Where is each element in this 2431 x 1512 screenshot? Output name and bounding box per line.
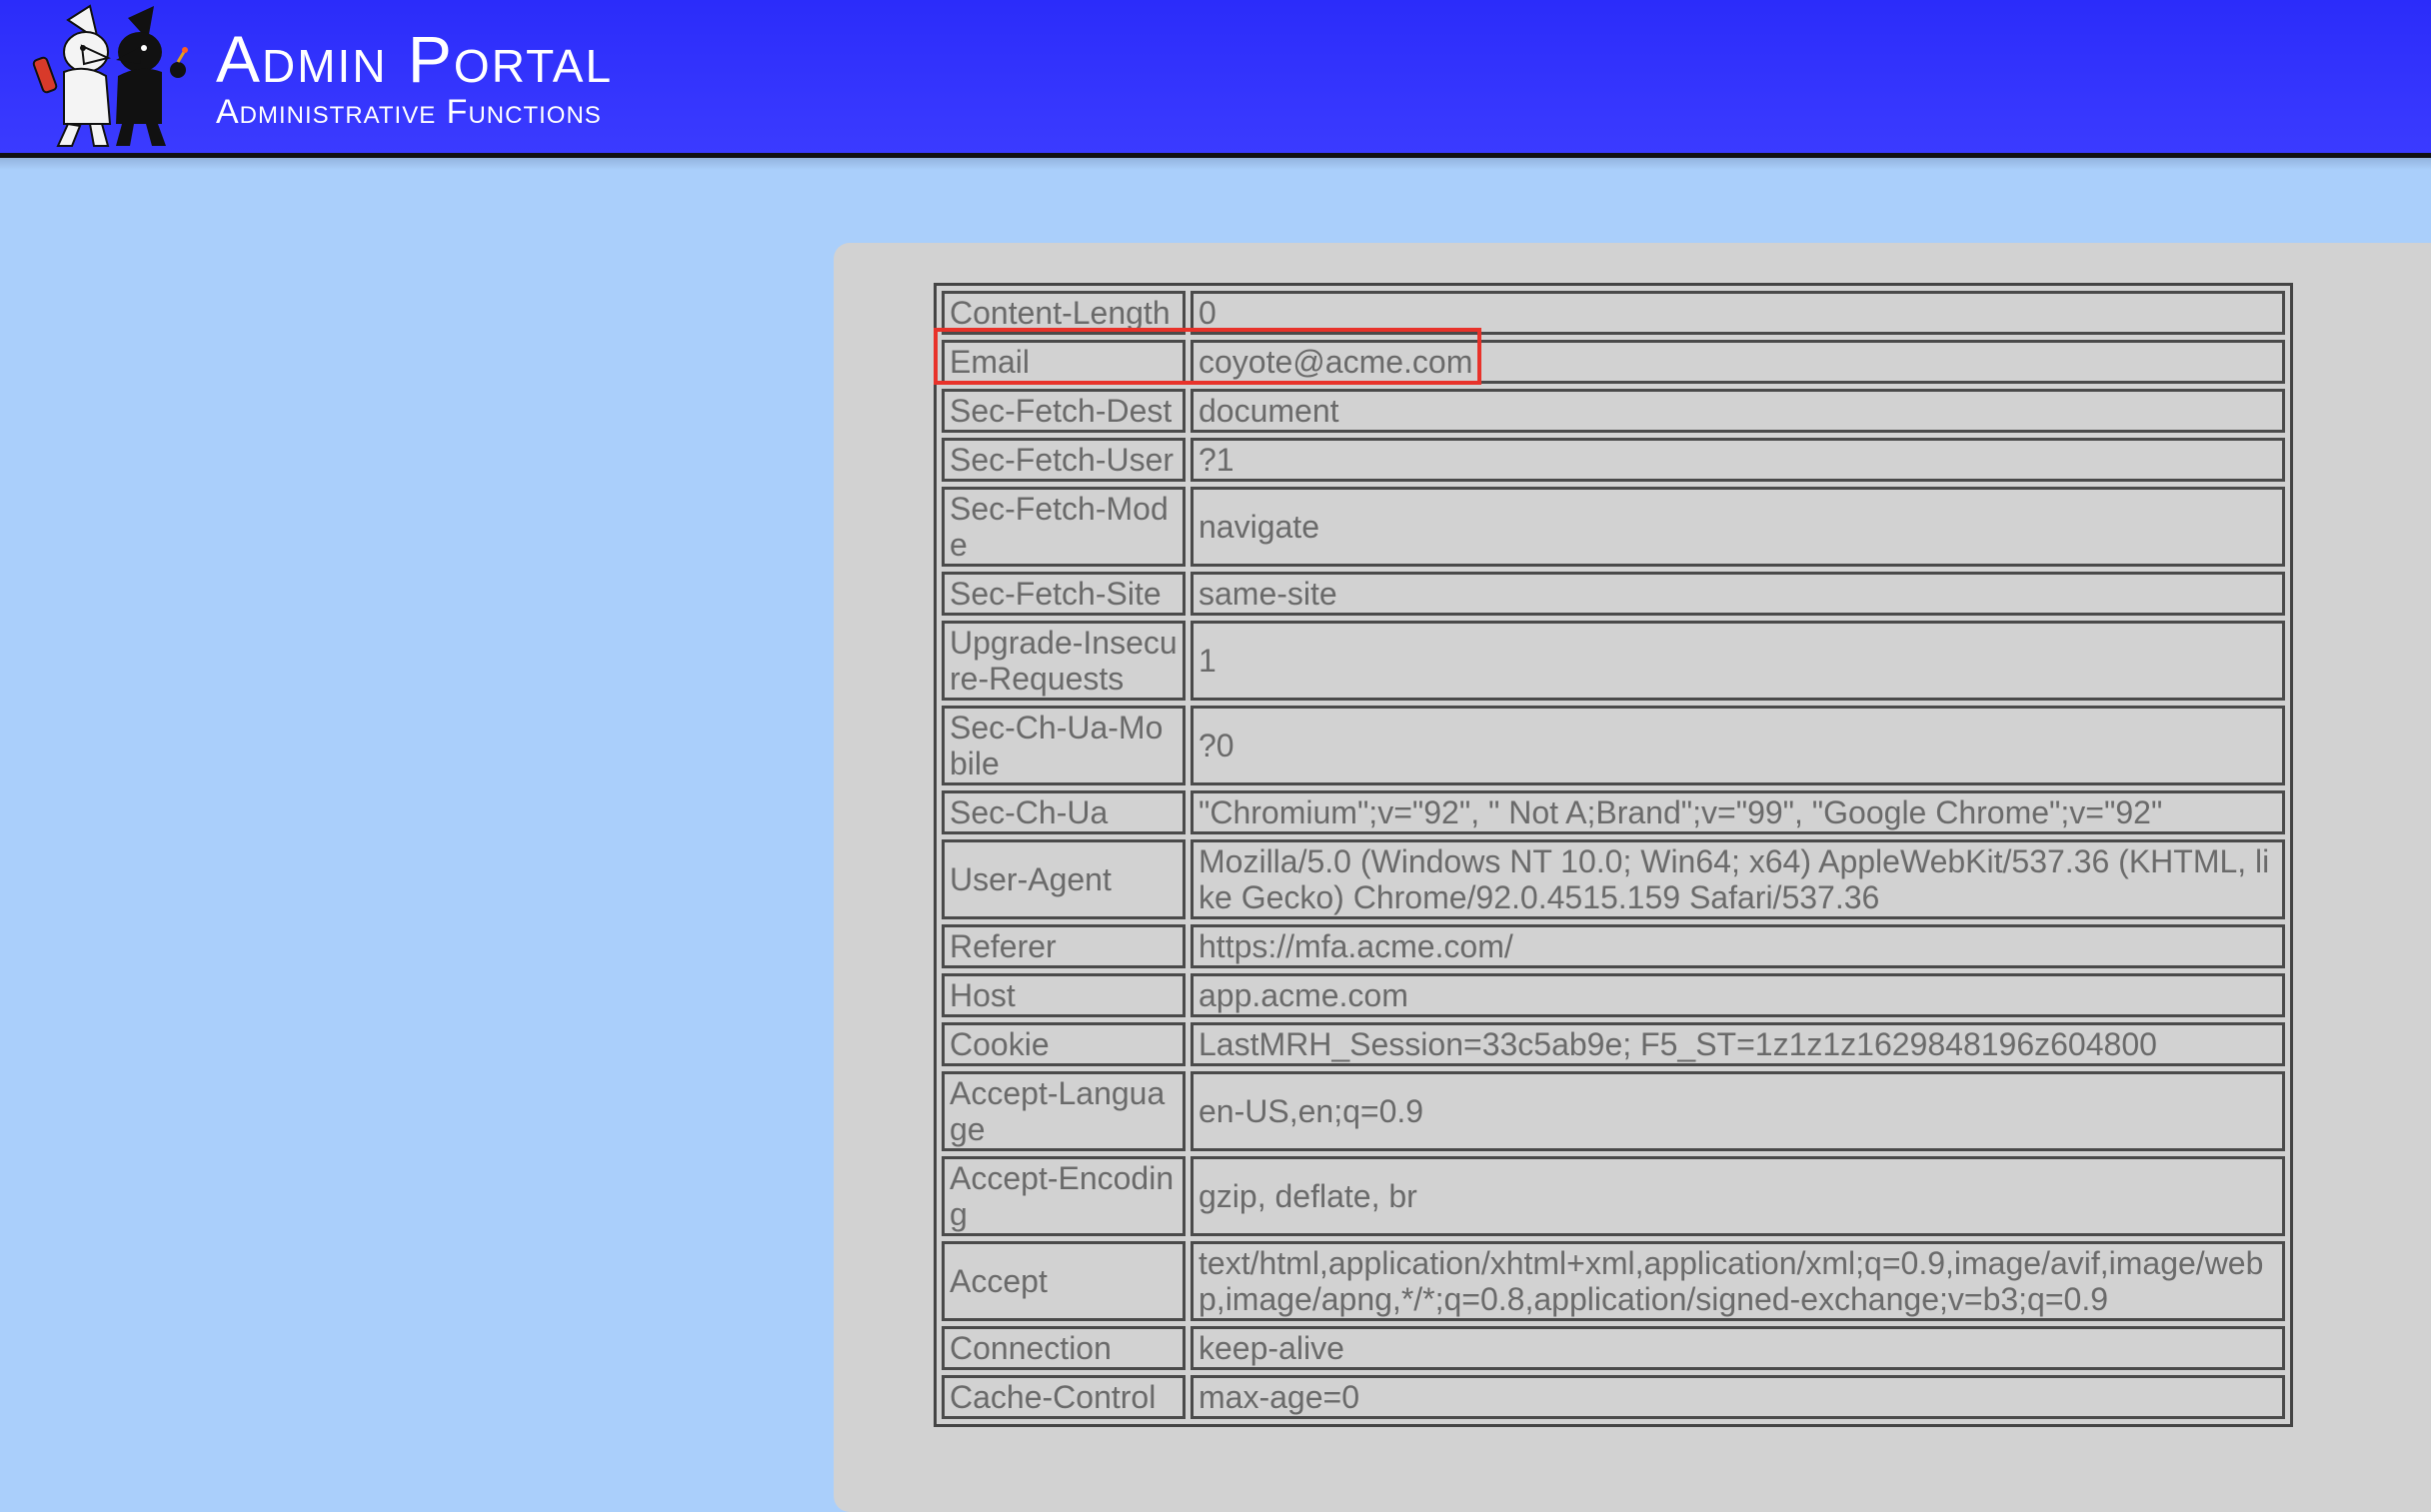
header-value-cell: LastMRH_Session=33c5ab9e; F5_ST=1z1z1z16… xyxy=(1191,1022,2285,1066)
header-value-cell: app.acme.com xyxy=(1191,973,2285,1017)
header-name-cell: Cache-Control xyxy=(942,1375,1186,1419)
table-row: Sec-Fetch-Site same-site xyxy=(942,572,2285,616)
table-row: Sec-Ch-Ua "Chromium";v="92", " Not A;Bran… xyxy=(942,790,2285,834)
header-value-cell: navigate xyxy=(1191,487,2285,567)
header-value-cell: "Chromium";v="92", " Not A;Brand";v="99"… xyxy=(1191,790,2285,834)
header-value-cell: document xyxy=(1191,389,2285,433)
header-name-cell: Upgrade-Insecure-Requests xyxy=(942,621,1186,701)
header-name-cell: Accept xyxy=(942,1241,1186,1321)
table-row: Cache-Control max-age=0 xyxy=(942,1375,2285,1419)
header-shadow xyxy=(0,158,2431,170)
header-value-cell: ?0 xyxy=(1191,706,2285,785)
header-name-cell: User-Agent xyxy=(942,839,1186,919)
header-name-cell: Sec-Fetch-User xyxy=(942,438,1186,482)
table-row: Email coyote@acme.com xyxy=(942,340,2285,384)
header-name-cell: Content-Length xyxy=(942,291,1186,335)
table-row: Sec-Fetch-Mode navigate xyxy=(942,487,2285,567)
header-value-cell: 1 xyxy=(1191,621,2285,701)
header-name-cell: Connection xyxy=(942,1326,1186,1370)
header-name-cell: Sec-Fetch-Site xyxy=(942,572,1186,616)
table-row: Sec-Ch-Ua-Mobile ?0 xyxy=(942,706,2285,785)
table-row: Host app.acme.com xyxy=(942,973,2285,1017)
table-row: Content-Length 0 xyxy=(942,291,2285,335)
spy-logo-icon xyxy=(28,0,198,152)
header-value-cell: 0 xyxy=(1191,291,2285,335)
header-name-cell: Sec-Fetch-Dest xyxy=(942,389,1186,433)
table-row: Sec-Fetch-Dest document xyxy=(942,389,2285,433)
header-name-cell: Sec-Ch-Ua-Mobile xyxy=(942,706,1186,785)
header-value-cell: https://mfa.acme.com/ xyxy=(1191,924,2285,968)
table-row: Accept-Encoding gzip, deflate, br xyxy=(942,1156,2285,1236)
table-row: Referer https://mfa.acme.com/ xyxy=(942,924,2285,968)
table-row: Upgrade-Insecure-Requests 1 xyxy=(942,621,2285,701)
header-name-cell: Email xyxy=(942,340,1186,384)
table-row: Accept-Language en-US,en;q=0.9 xyxy=(942,1071,2285,1151)
header-value-cell: ?1 xyxy=(1191,438,2285,482)
header-bar: Admin Portal Administrative Functions xyxy=(0,0,2431,158)
table-row: Cookie LastMRH_Session=33c5ab9e; F5_ST=1z… xyxy=(942,1022,2285,1066)
request-headers-table: Content-Length 0 Email coyote@acme.com Sec-F… xyxy=(934,283,2293,1427)
table-row: Accept text/html,application/xhtml+xml,ap… xyxy=(942,1241,2285,1321)
header-value-cell: max-age=0 xyxy=(1191,1375,2285,1419)
header-value-cell: same-site xyxy=(1191,572,2285,616)
header-name-cell: Host xyxy=(942,973,1186,1017)
page-subtitle: Administrative Functions xyxy=(216,93,602,131)
header-name-cell: Referer xyxy=(942,924,1186,968)
table-row: User-Agent Mozilla/5.0 (Windows NT 10.0; … xyxy=(942,839,2285,919)
header-value-cell: keep-alive xyxy=(1191,1326,2285,1370)
header-name-cell: Cookie xyxy=(942,1022,1186,1066)
header-value-cell: text/html,application/xhtml+xml,applicat… xyxy=(1191,1241,2285,1321)
table-row: Sec-Fetch-User ?1 xyxy=(942,438,2285,482)
header-value-cell: en-US,en;q=0.9 xyxy=(1191,1071,2285,1151)
header-name-cell: Accept-Encoding xyxy=(942,1156,1186,1236)
header-name-cell: Sec-Ch-Ua xyxy=(942,790,1186,834)
page-title: Admin Portal xyxy=(216,22,614,96)
header-value-cell: Mozilla/5.0 (Windows NT 10.0; Win64; x64… xyxy=(1191,839,2285,919)
header-value-cell: coyote@acme.com xyxy=(1191,340,2285,384)
header-value-cell: gzip, deflate, br xyxy=(1191,1156,2285,1236)
table-row: Connection keep-alive xyxy=(942,1326,2285,1370)
header-name-cell: Sec-Fetch-Mode xyxy=(942,487,1186,567)
header-name-cell: Accept-Language xyxy=(942,1071,1186,1151)
